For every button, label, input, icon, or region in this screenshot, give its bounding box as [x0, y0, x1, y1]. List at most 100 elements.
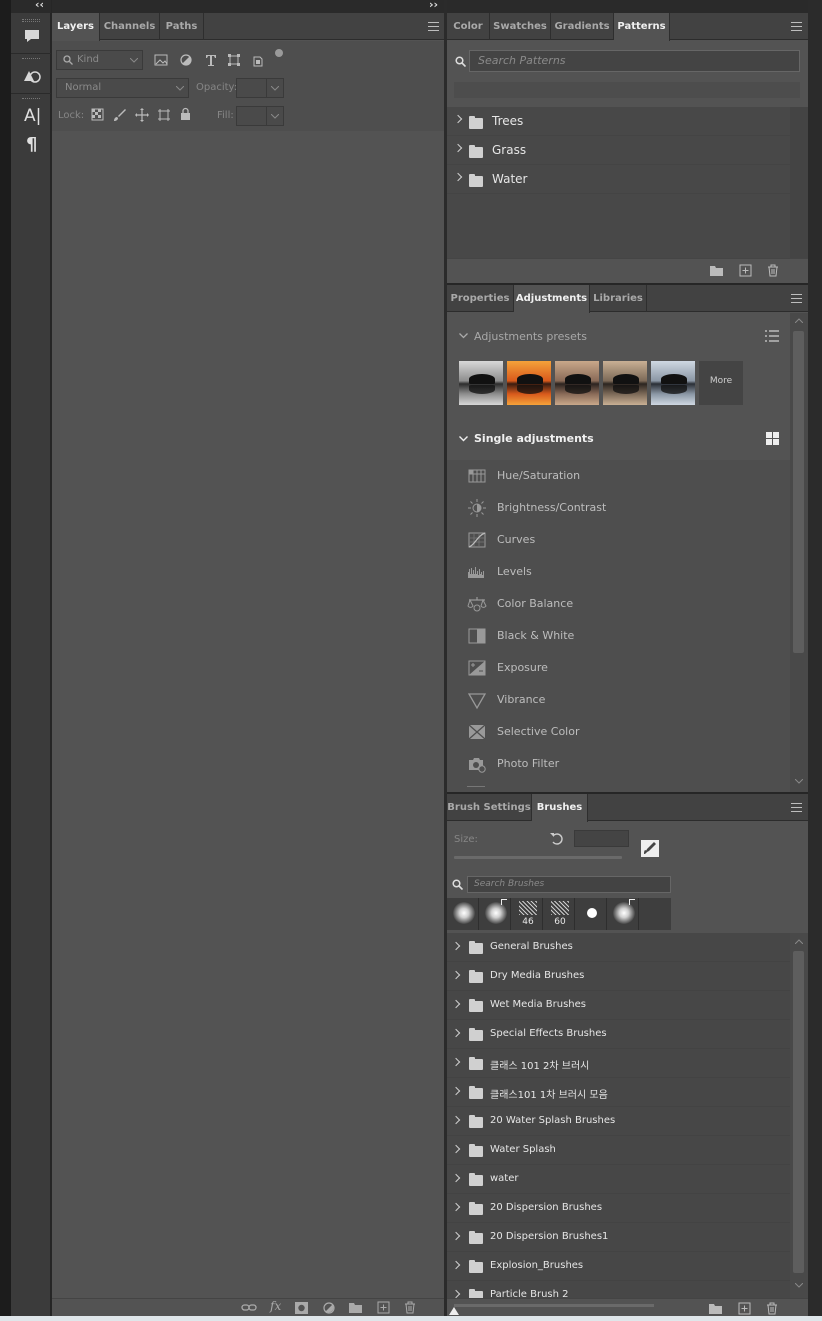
filter-adjustment-icon[interactable] — [179, 53, 193, 67]
list-item[interactable]: Hue/Saturation — [447, 460, 790, 492]
chevron-right-icon[interactable] — [451, 1202, 461, 1212]
grip-icon[interactable] — [22, 19, 40, 20]
patterns-menu-icon[interactable] — [791, 22, 802, 31]
chevron-right-icon[interactable] — [451, 1260, 461, 1270]
new-layer-icon[interactable] — [377, 1301, 390, 1314]
tab-brushes[interactable]: Brushes — [532, 794, 588, 822]
list-item[interactable]: Exposure — [447, 652, 790, 684]
grid-view-icon[interactable] — [766, 432, 779, 445]
tab-color[interactable]: Color — [447, 13, 490, 40]
preset-thumbnail[interactable] — [555, 361, 599, 405]
create-brush-icon[interactable] — [641, 840, 659, 857]
tab-patterns[interactable]: Patterns — [614, 13, 670, 41]
scroll-thumb[interactable] — [793, 951, 804, 1273]
chevron-up-icon[interactable] — [795, 318, 803, 323]
filter-smart-object-icon[interactable] — [251, 53, 265, 67]
brush-search-input[interactable]: Search Brushes — [467, 876, 671, 893]
tab-layers[interactable]: Layers — [52, 13, 100, 41]
comment-icon[interactable] — [24, 28, 40, 44]
tab-gradients[interactable]: Gradients — [551, 13, 614, 40]
collapse-right-icon[interactable]: ›› — [429, 0, 438, 11]
tab-paths[interactable]: Paths — [160, 13, 204, 40]
list-item[interactable]: Explosion_Brushes — [447, 1252, 790, 1281]
filter-shape-icon[interactable] — [227, 53, 241, 67]
fill-field[interactable] — [236, 106, 284, 126]
chevron-right-icon[interactable] — [451, 1115, 461, 1125]
chevron-down-icon[interactable] — [795, 779, 803, 784]
lock-artboard-icon[interactable] — [157, 108, 171, 122]
recent-brush-soft-round-pen[interactable] — [481, 898, 511, 930]
list-item[interactable]: Selective Color — [447, 716, 790, 748]
list-item[interactable]: Photo Filter — [447, 748, 790, 780]
tab-brush-settings[interactable]: Brush Settings — [447, 794, 532, 821]
new-group-icon[interactable] — [710, 265, 723, 276]
lock-transparent-icon[interactable] — [91, 108, 105, 122]
recent-brush-texture[interactable]: 46 — [513, 898, 543, 930]
chevron-right-icon[interactable] — [451, 1028, 461, 1038]
size-slider[interactable] — [454, 856, 622, 859]
tab-libraries[interactable]: Libraries — [590, 285, 647, 312]
mask-icon[interactable] — [295, 1302, 308, 1314]
character-icon[interactable]: A| — [24, 106, 41, 126]
lock-pixels-icon[interactable] — [113, 108, 127, 122]
scroll-thumb[interactable] — [793, 331, 804, 653]
recent-brush-hard-round[interactable] — [577, 898, 607, 930]
list-item[interactable]: Vibrance — [447, 684, 790, 716]
brushes-menu-icon[interactable] — [791, 803, 802, 812]
blend-mode-dropdown[interactable]: Normal — [56, 78, 189, 98]
list-item[interactable]: Wet Media Brushes — [447, 991, 790, 1020]
list-item[interactable]: Special Effects Brushes — [447, 1020, 790, 1049]
filter-kind-dropdown[interactable]: Kind — [56, 50, 143, 70]
slider-handle-icon[interactable] — [449, 1307, 459, 1315]
link-icon[interactable] — [241, 1302, 257, 1314]
list-item[interactable]: 20 Water Splash Brushes — [447, 1107, 790, 1136]
chevron-right-icon[interactable] — [451, 1086, 461, 1096]
list-item[interactable]: 클래스 101 2차 브러시 — [447, 1049, 790, 1078]
delete-icon[interactable] — [767, 264, 779, 277]
list-item[interactable]: Water — [447, 165, 790, 194]
list-item[interactable]: Color Balance — [447, 588, 790, 620]
lock-all-icon[interactable] — [179, 107, 193, 121]
chevron-right-icon[interactable] — [451, 1289, 461, 1298]
single-adjustments-header[interactable]: Single adjustments — [447, 423, 790, 459]
shapes-icon[interactable] — [23, 68, 41, 84]
list-item[interactable]: Trees — [447, 107, 790, 136]
patterns-scrollbar[interactable] — [790, 107, 808, 258]
tab-properties[interactable]: Properties — [447, 285, 514, 312]
preset-thumbnail[interactable] — [459, 361, 503, 405]
new-brush-icon[interactable] — [738, 1302, 751, 1315]
tab-adjustments[interactable]: Adjustments — [514, 285, 590, 313]
chevron-down-icon[interactable] — [459, 333, 468, 339]
list-item[interactable]: Levels — [447, 556, 790, 588]
tool-collapse-bar[interactable]: ‹‹ — [11, 0, 51, 13]
more-presets-button[interactable]: More — [699, 361, 743, 405]
pattern-search-input[interactable]: Search Patterns — [469, 50, 800, 72]
chevron-right-icon[interactable] — [453, 143, 463, 153]
chevron-down-icon[interactable] — [795, 1283, 803, 1288]
list-item[interactable]: Black & White — [447, 620, 790, 652]
new-group-icon[interactable] — [709, 1303, 722, 1314]
filter-pixel-icon[interactable] — [154, 53, 168, 67]
delete-icon[interactable] — [766, 1302, 778, 1315]
chevron-right-icon[interactable] — [451, 1144, 461, 1154]
fx-icon[interactable]: fx — [270, 1299, 281, 1313]
list-item[interactable]: Curves — [447, 524, 790, 556]
tab-channels[interactable]: Channels — [100, 13, 160, 40]
adjustments-scrollbar[interactable] — [790, 313, 808, 792]
chevron-right-icon[interactable] — [451, 1057, 461, 1067]
chevron-right-icon[interactable] — [451, 999, 461, 1009]
preset-thumbnail[interactable] — [507, 361, 551, 405]
paragraph-icon[interactable]: ¶ — [26, 134, 37, 155]
chevron-right-icon[interactable] — [453, 114, 463, 124]
brushes-scrollbar[interactable] — [790, 933, 808, 1298]
chevron-up-icon[interactable] — [795, 939, 803, 944]
recent-brush-texture-wide[interactable]: 60 — [545, 898, 575, 930]
chevron-right-icon[interactable] — [451, 1173, 461, 1183]
chevron-right-icon[interactable] — [451, 970, 461, 980]
lock-position-icon[interactable] — [135, 108, 149, 122]
list-item[interactable]: Particle Brush 2 — [447, 1281, 790, 1298]
filter-toggle-icon[interactable] — [275, 49, 283, 57]
list-item[interactable]: 클래스101 1차 브러시 모음 — [447, 1078, 790, 1107]
chevron-right-icon[interactable] — [451, 1231, 461, 1241]
list-item[interactable]: 20 Dispersion Brushes — [447, 1194, 790, 1223]
